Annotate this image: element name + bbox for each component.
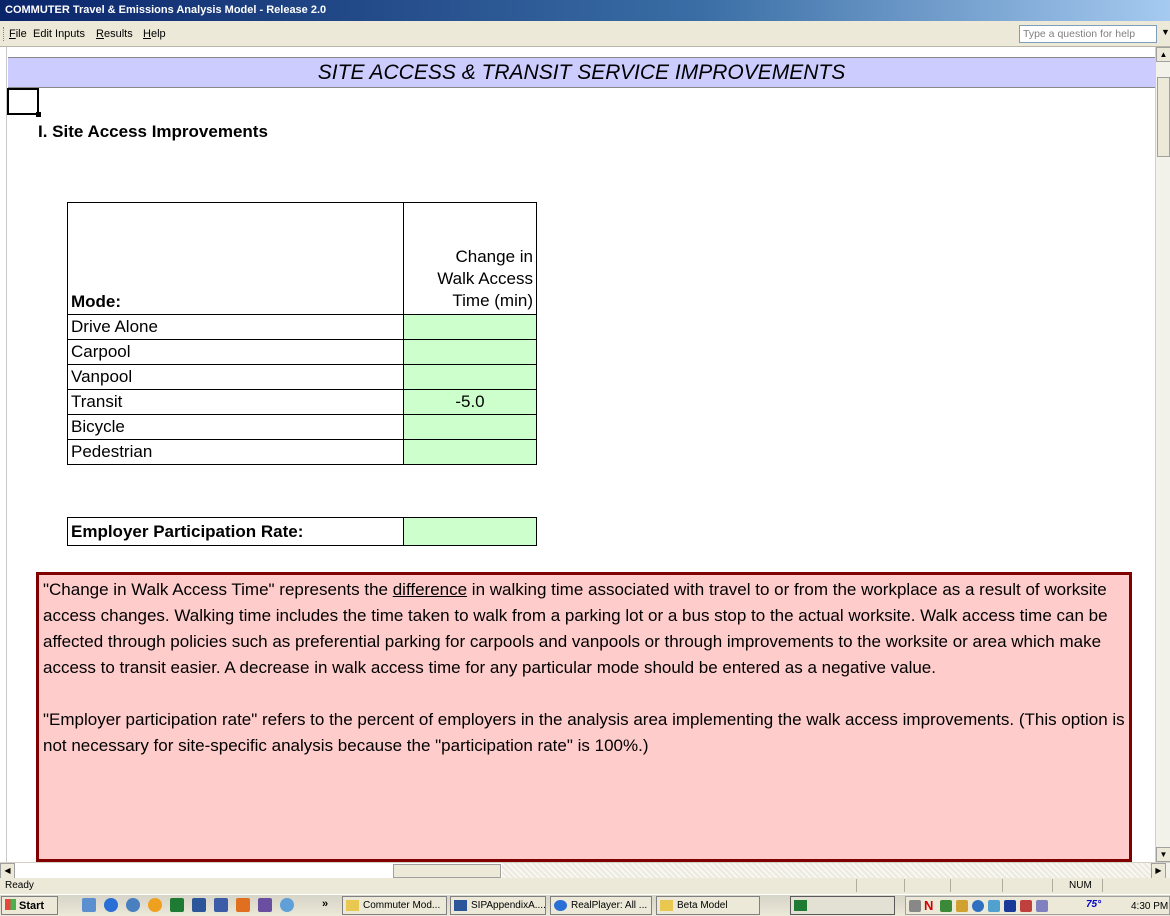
quicklaunch-more-icon[interactable]: » [322,898,328,910]
mode-column-header: Mode: [67,202,404,315]
walk-access-input-carpool[interactable] [403,339,537,365]
windows-logo-icon [5,899,16,910]
network-icon[interactable] [940,900,952,912]
vertical-scroll-thumb[interactable] [1157,77,1170,157]
window-title: COMMUTER Travel & Emissions Analysis Mod… [5,4,327,16]
scroll-left-icon[interactable]: ◀ [0,863,15,879]
project-icon[interactable] [214,898,228,912]
folder-icon [660,900,673,911]
menu-bar: File Edit Inputs Results Help Type a que… [0,21,1170,47]
status-text: Ready [5,880,34,891]
realplayer-icon [554,900,567,911]
task-sipappendix[interactable]: SIPAppendixA.... [450,896,546,915]
status-divider [1002,879,1003,892]
mode-label: Bicycle [67,414,404,440]
mode-label: Vanpool [67,364,404,390]
folder-icon [346,900,359,911]
menu-edit-inputs[interactable]: Edit Inputs [33,28,85,40]
participation-table: Employer Participation Rate: [67,517,537,546]
volume-icon[interactable] [909,900,921,912]
internet-explorer-icon[interactable] [104,898,118,912]
table-row: Pedestrian [67,439,537,465]
note-paragraph-2: "Employer participation rate" refers to … [43,710,1125,755]
browser-icon[interactable] [126,898,140,912]
start-button[interactable]: Start [1,896,58,915]
page-title: SITE ACCESS & TRANSIT SERVICE IMPROVEMEN… [317,61,846,84]
participation-rate-label: Employer Participation Rate: [67,517,404,546]
table-row: Bicycle [67,414,537,440]
walk-access-input-bicycle[interactable] [403,414,537,440]
section-header: SITE ACCESS & TRANSIT SERVICE IMPROVEMEN… [8,57,1155,88]
horizontal-scroll-track[interactable] [502,863,1151,879]
media-icon[interactable] [148,898,162,912]
explanation-note: "Change in Walk Access Time" represents … [36,572,1132,862]
fill-handle[interactable] [36,112,41,117]
vertical-scrollbar[interactable]: ▲ ▼ [1155,47,1170,862]
table-header-row: Mode: Change in Walk Access Time (min) [67,202,537,315]
active-cell-cursor[interactable] [7,88,39,115]
status-divider [1102,879,1103,892]
task-beta-model[interactable]: Beta Model [656,896,760,915]
walk-access-input-drive-alone[interactable] [403,314,537,340]
walk-access-table: Mode: Change in Walk Access Time (min) D… [67,202,537,465]
excel-icon[interactable] [170,898,184,912]
mode-label: Drive Alone [67,314,404,340]
scroll-up-icon[interactable]: ▲ [1156,47,1170,62]
word-icon [454,900,467,911]
status-divider [1052,879,1053,892]
table-row: Drive Alone [67,314,537,340]
scroll-right-icon[interactable]: ▶ [1151,863,1166,879]
horizontal-scrollbar[interactable]: ◀ ▶ [0,862,1170,879]
status-divider [856,879,857,892]
sync-icon[interactable] [988,900,1000,912]
horizontal-scroll-thumb[interactable] [393,864,501,878]
tray-tool-icon[interactable] [1020,900,1032,912]
norton-icon[interactable]: N [924,898,933,913]
table-row: Vanpool [67,364,537,390]
num-lock-indicator: NUM [1069,880,1092,891]
taskbar: Start » Commuter Mod... SIPAppendixA....… [0,894,1170,916]
tray-app-icon[interactable] [956,900,968,912]
language-en-icon[interactable] [1004,900,1016,912]
menu-grip [3,27,5,41]
menu-results[interactable]: Results [96,28,133,40]
worksheet-left-edge [0,47,7,862]
messenger-icon[interactable] [280,898,294,912]
note-paragraph-1: "Change in Walk Access Time" represents … [43,580,1108,677]
mode-label: Transit [67,389,404,415]
scroll-down-icon[interactable]: ▼ [1156,847,1170,862]
menu-file[interactable]: File [9,28,27,40]
task-commuter-model[interactable]: Commuter Mod... [342,896,447,915]
table-row: Employer Participation Rate: [67,517,537,546]
walk-access-input-transit[interactable]: -5.0 [403,389,537,415]
monitor-icon[interactable] [1036,900,1048,912]
mode-label: Pedestrian [67,439,404,465]
table-row: Transit -5.0 [67,389,537,415]
status-bar: Ready NUM [0,878,1170,894]
desktop-icon[interactable] [82,898,96,912]
excel-icon [794,900,807,911]
clock[interactable]: 4:30 PM [1131,901,1168,912]
participation-rate-input[interactable] [403,517,537,546]
task-excel-active[interactable] [790,896,895,915]
walk-access-input-pedestrian[interactable] [403,439,537,465]
word-icon[interactable] [192,898,206,912]
weather-temperature[interactable]: 75° [1086,899,1101,910]
help-dropdown-arrow-icon[interactable]: ▼ [1161,27,1170,37]
status-divider [904,879,905,892]
walk-access-input-vanpool[interactable] [403,364,537,390]
table-row: Carpool [67,339,537,365]
system-tray: N 75° 4:30 PM [905,896,1170,915]
app-icon[interactable] [258,898,272,912]
window-title-bar: COMMUTER Travel & Emissions Analysis Mod… [0,0,1170,21]
section-subtitle: I. Site Access Improvements [38,122,268,141]
walk-access-column-header: Change in Walk Access Time (min) [403,202,537,315]
powerpoint-icon[interactable] [236,898,250,912]
mode-label: Carpool [67,339,404,365]
help-question-input[interactable]: Type a question for help [1019,25,1157,43]
task-realplayer[interactable]: RealPlayer: All ... [550,896,652,915]
globe-icon[interactable] [972,900,984,912]
menu-help[interactable]: Help [143,28,166,40]
status-divider [950,879,951,892]
